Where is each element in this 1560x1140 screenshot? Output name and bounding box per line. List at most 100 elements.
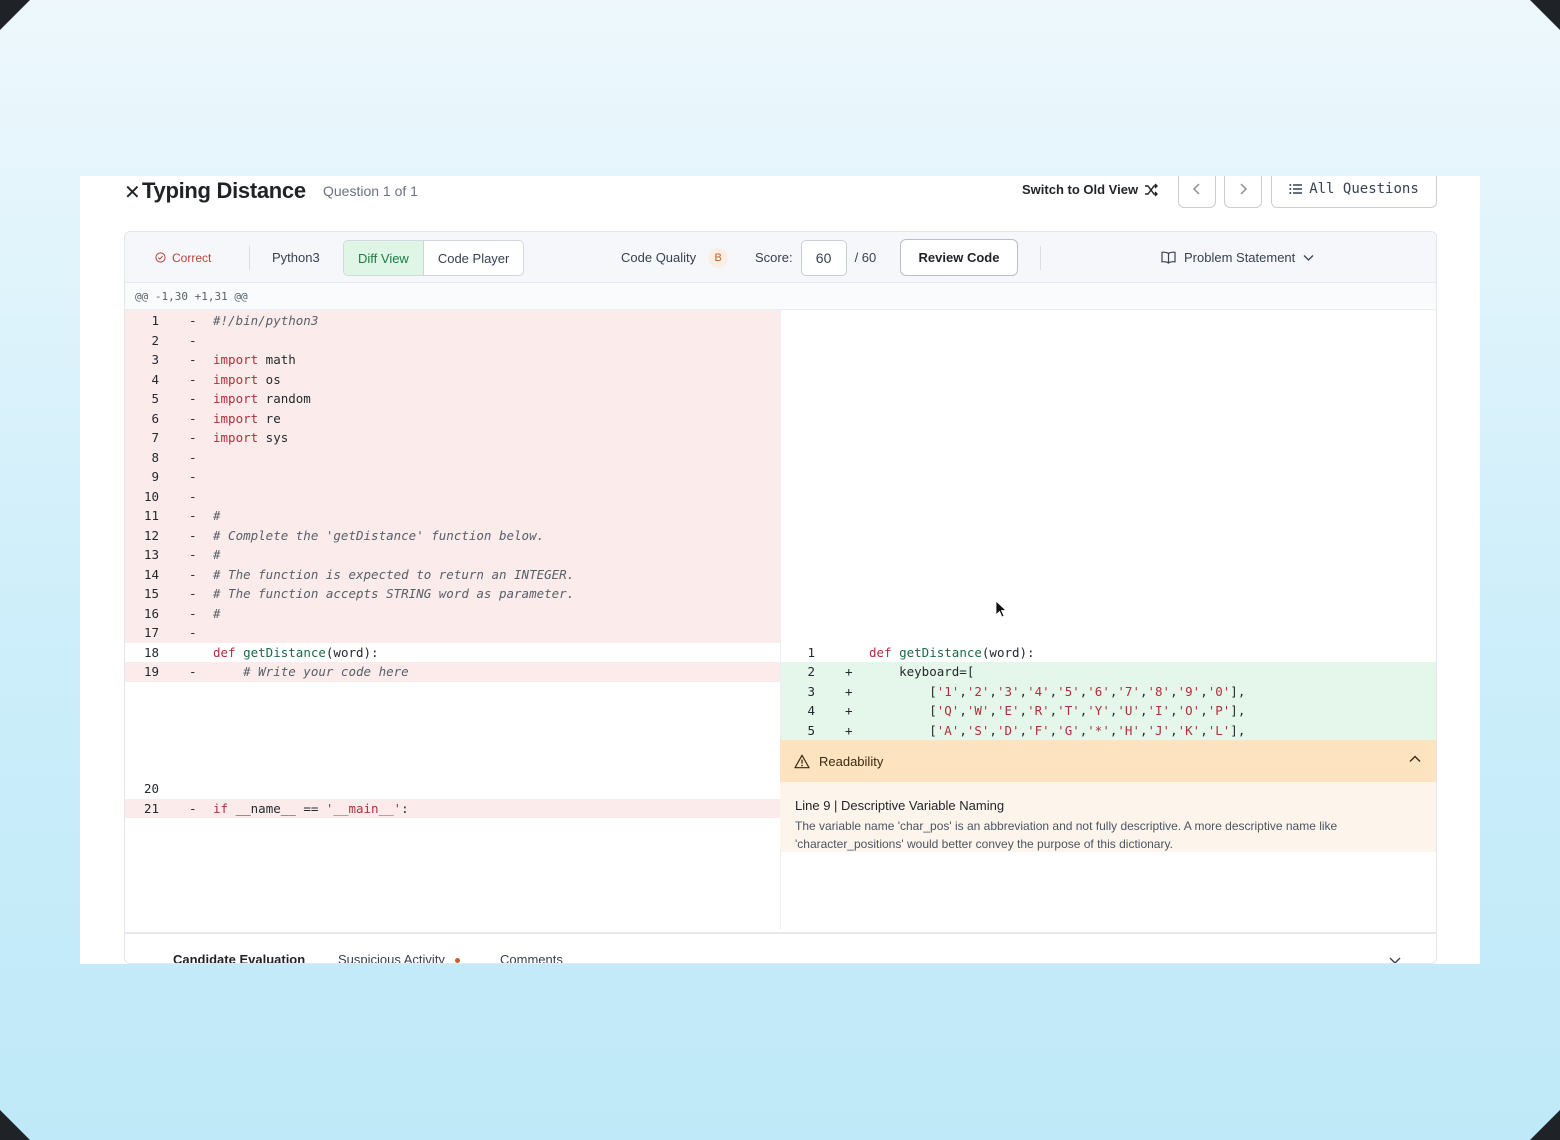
submission-toolbar: Correct Python3 Diff View Code Player Co…: [125, 232, 1436, 283]
diff-line: 1 - #!/bin/python3: [125, 311, 780, 331]
diff-line: 5 + ['A','S','D','F','G','*','H','J','K',…: [781, 720, 1436, 740]
score-group: Score: 60 / 60: [755, 232, 876, 283]
tab-suspicious-activity[interactable]: Suspicious Activity: [338, 952, 460, 964]
switch-view-button[interactable]: Switch to Old View: [1022, 182, 1159, 197]
code-text: import random: [213, 391, 311, 406]
language-label: Python3: [272, 250, 320, 265]
readability-label: Readability: [819, 753, 884, 769]
frame-corner: [1530, 0, 1560, 30]
diff-line: 13 - #: [125, 545, 780, 565]
diff-line: 1 def getDistance(word):: [781, 643, 1436, 663]
line-number: 1: [151, 313, 159, 328]
line-number: 18: [143, 644, 159, 660]
prev-question-button[interactable]: [1178, 176, 1216, 208]
diff-line: 3 - import math: [125, 350, 780, 370]
tab-code-player[interactable]: Code Player: [424, 241, 524, 275]
diff-line: 19 - # Write your code here: [125, 662, 780, 682]
line-number: 3: [807, 683, 815, 699]
bottom-tabs: Candidate Evaluation Suspicious Activity…: [125, 932, 1436, 964]
code-text: import os: [213, 371, 281, 387]
diff-marker: +: [845, 683, 853, 699]
diff-marker: -: [189, 449, 197, 465]
code-quality-grade: B: [708, 247, 729, 268]
diff-line: 8-: [125, 447, 780, 467]
line-number: 9: [151, 469, 159, 484]
score-total: / 60: [854, 250, 877, 265]
diff-line: 9-: [125, 467, 780, 487]
mouse-cursor-icon: [995, 600, 1007, 618]
code-text: # Complete the 'getDistance' function be…: [213, 527, 545, 543]
warning-icon: [794, 754, 810, 768]
line-number: 13: [143, 547, 159, 562]
check-circle-icon: [155, 252, 166, 263]
line-number: 8: [151, 449, 159, 465]
line-number: 4: [807, 703, 815, 718]
diff-marker: -: [189, 800, 197, 816]
code-text: # The function is expected to return an …: [213, 566, 575, 582]
finding-title: Line 9 | Descriptive Variable Naming: [795, 798, 1005, 813]
diff-line: 15 - # The function accepts STRING word as…: [125, 584, 780, 604]
diff-line: 10 -: [125, 486, 780, 506]
code-text: # Write your code here: [213, 664, 409, 679]
view-toggle: Diff View Code Player: [343, 240, 525, 276]
next-question-button[interactable]: [1224, 176, 1262, 208]
diff-line: 14 - # The function is expected to return …: [125, 564, 780, 584]
readability-finding: Line 9 | Descriptive Variable Naming The…: [780, 782, 1436, 852]
diff-line: 5 - import random: [125, 389, 780, 409]
tab-comments[interactable]: Comments: [500, 952, 563, 963]
line-number: 4: [151, 371, 159, 387]
tab-candidate-evaluation[interactable]: Candidate Evaluation: [173, 952, 305, 963]
diff-marker: -: [189, 625, 197, 640]
code-quality: Code Quality B: [621, 232, 729, 283]
list-icon: [1289, 184, 1303, 194]
diff-line: 17 -: [125, 623, 780, 643]
diff-marker: -: [189, 527, 197, 543]
frame-corner: [1530, 1110, 1560, 1140]
code-text: #: [213, 547, 221, 562]
tab-diff-view[interactable]: Diff View: [344, 241, 424, 275]
diff-marker: -: [189, 605, 197, 621]
score-input[interactable]: 60: [800, 239, 847, 276]
diff-marker: -: [189, 352, 197, 367]
question-count: Question 1 of 1: [323, 183, 418, 199]
diff-marker: +: [845, 664, 853, 679]
problem-statement-label: Problem Statement: [1184, 250, 1296, 265]
line-number: 1: [807, 644, 815, 660]
all-questions-button[interactable]: All Questions: [1271, 176, 1437, 208]
line-number: 14: [143, 566, 159, 582]
diff-marker: -: [189, 508, 197, 523]
review-code-button[interactable]: Review Code: [900, 239, 1018, 276]
alert-dot: [454, 958, 460, 963]
diff-marker: -: [189, 488, 197, 504]
line-number: 12: [143, 527, 159, 543]
readability-header[interactable]: Readability: [780, 740, 1436, 782]
chevron-down-icon[interactable]: [1388, 956, 1402, 964]
diff-marker: -: [189, 371, 197, 387]
code-text: def getDistance(word):: [869, 644, 1035, 660]
diff-line: 12 - # Complete the 'getDistance' function…: [125, 525, 780, 545]
diff-line: 11 - #: [125, 506, 780, 526]
problem-statement-toggle[interactable]: Problem Statement: [1161, 232, 1314, 283]
chevron-up-icon[interactable]: [1408, 752, 1422, 766]
chevron-right-icon: [1240, 183, 1248, 195]
diff-line: 20: [125, 779, 780, 799]
line-number: 7: [151, 430, 159, 445]
page-header: ✕ Typing Distance Question 1 of 1 Switch…: [80, 176, 1480, 220]
diff-marker: -: [189, 566, 197, 582]
close-icon[interactable]: ✕: [124, 180, 141, 205]
switch-view-label: Switch to Old View: [1022, 182, 1139, 197]
code-text: ['1','2','3','4','5','6','7','8','9','0'…: [869, 683, 1246, 699]
diff-marker: -: [189, 664, 197, 679]
submission-card: Correct Python3 Diff View Code Player Co…: [124, 231, 1437, 964]
diff-line: 4 + ['Q','W','E','R','T','Y','U','I','O',…: [781, 701, 1436, 721]
tab-suspicious-activity-label: Suspicious Activity: [338, 952, 445, 964]
score-label: Score:: [755, 250, 793, 265]
code-text: import re: [213, 410, 281, 426]
diff-line: 3 + ['1','2','3','4','5','6','7','8','9',…: [781, 681, 1436, 701]
code-text: ['Q','W','E','R','T','Y','U','I','O','P'…: [869, 703, 1246, 718]
code-text: keyboard=[: [869, 664, 975, 679]
chevron-down-icon: [1303, 254, 1314, 261]
diff-line: 7 - import sys: [125, 428, 780, 448]
diff-marker: -: [189, 469, 197, 484]
status-badge: Correct: [155, 232, 211, 283]
